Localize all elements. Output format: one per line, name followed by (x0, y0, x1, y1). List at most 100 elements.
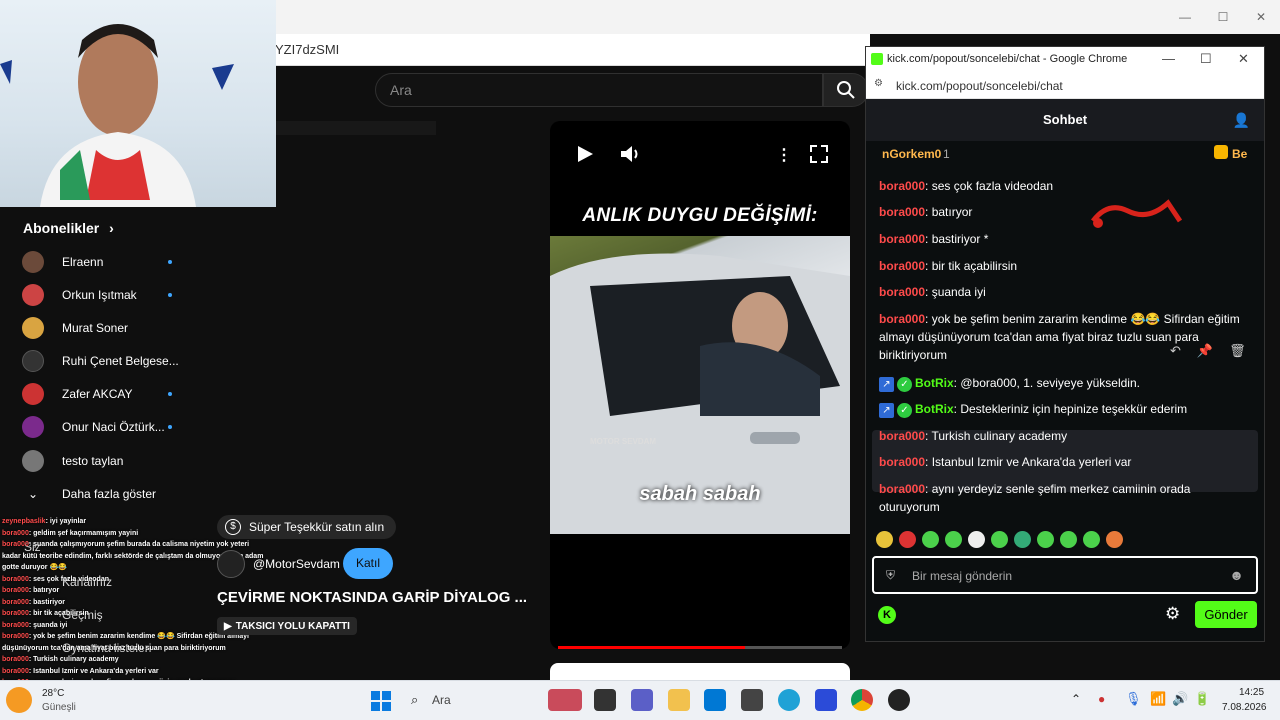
wifi-icon[interactable]: 📶 (1150, 691, 1166, 707)
channel-info[interactable]: @MotorSevdam (217, 548, 340, 580)
subscriptions-title[interactable]: Abonelikler › (23, 220, 114, 236)
widgets-icon[interactable] (548, 689, 582, 711)
windows-start-icon[interactable] (371, 691, 391, 711)
pin-icon[interactable]: 📌 (1197, 343, 1213, 359)
tray-app-icon[interactable]: ● (1098, 692, 1105, 706)
related-tag[interactable]: ▶ TAKSICI YOLU KAPATTI (217, 617, 357, 635)
video-title[interactable]: ÇEVİRME NOKTASINDA GARİP DİYALOG ... (217, 589, 527, 606)
emoji-icon[interactable]: ☻ (1229, 567, 1244, 583)
super-thanks-button[interactable]: $ Süper Teşekkür satın alın (217, 515, 397, 539)
avatar (22, 449, 44, 472)
teams-icon[interactable] (631, 689, 653, 711)
app-icon[interactable] (741, 689, 763, 711)
send-button[interactable]: Gönder (1195, 601, 1257, 628)
emote-icon[interactable] (899, 531, 916, 548)
weather-sun-icon[interactable] (6, 687, 32, 713)
overlay-log-text: : batıryor (28, 587, 60, 594)
chat-username[interactable]: bora000 (879, 455, 925, 469)
close-button[interactable]: ✕ (1238, 51, 1249, 67)
clock-time[interactable]: 14:25 (1239, 687, 1264, 698)
taskbar-search-icon[interactable]: ⌕ (411, 692, 418, 708)
weather-temp[interactable]: 28°C (42, 688, 64, 699)
fullscreen-icon[interactable] (810, 145, 828, 163)
chat-username[interactable]: BotRix (915, 376, 954, 390)
sidebar-item-channel[interactable]: Ruhi Çenet Belgese... (22, 344, 202, 377)
chrome-icon[interactable] (851, 689, 873, 711)
play-icon[interactable] (576, 145, 594, 163)
taskbar-search-label[interactable]: Ara (432, 693, 451, 707)
sidebar-item-channel[interactable]: Murat Soner (22, 311, 202, 344)
chat-username[interactable]: bora000 (879, 312, 925, 326)
search-button[interactable] (823, 73, 869, 107)
emote-icon[interactable] (1106, 531, 1123, 548)
popup-address-bar[interactable]: ⚙ kick.com/popout/soncelebi/chat (866, 72, 1264, 99)
chat-message[interactable]: bora000: bir tik açabilirsin (879, 257, 1249, 275)
emote-icon[interactable] (945, 531, 962, 548)
chevron-up-icon[interactable]: ⌃ (1071, 692, 1081, 706)
sidebar-item-channel[interactable]: Zafer AKCAY (22, 377, 202, 410)
clock-date[interactable]: 7.08.2026 (1222, 702, 1267, 713)
show-more-button[interactable]: ⌄ Daha fazla göster (22, 477, 202, 510)
emote-icon[interactable] (1037, 531, 1054, 548)
pinned-user[interactable]: nGorkem0 (882, 147, 941, 161)
chat-message[interactable]: bora000: şuanda iyi (879, 283, 1249, 301)
minimize-button[interactable]: — (1166, 0, 1204, 34)
sidebar-item-channel[interactable]: testo taylan (22, 444, 202, 477)
chat-username[interactable]: bora000 (879, 482, 925, 496)
chat-username[interactable]: bora000 (879, 259, 925, 273)
sidebar-item-channel[interactable]: Onur Naci Öztürk... (22, 410, 202, 443)
maximize-button[interactable]: ☐ (1200, 51, 1212, 67)
chat-message[interactable]: bora000: ses çok fazla videodan (879, 177, 1249, 195)
user-list-icon[interactable]: 👤 (1233, 99, 1250, 141)
emote-icon[interactable] (991, 531, 1008, 548)
chat-message[interactable]: bora000: bastiriyor * (879, 230, 1249, 248)
kick-points-icon[interactable]: K (878, 606, 896, 624)
weather-desc[interactable]: Güneşli (42, 702, 76, 713)
chat-username[interactable]: bora000 (879, 232, 925, 246)
emote-icon[interactable] (1014, 531, 1031, 548)
volume-tray-icon[interactable]: 🔊 (1172, 691, 1188, 707)
emote-icon[interactable] (1083, 531, 1100, 548)
reply-icon[interactable]: ↶ (1170, 343, 1181, 359)
url-text: YZI7dzSMI (275, 42, 340, 57)
maximize-button[interactable]: ☐ (1204, 0, 1242, 34)
chat-message-input[interactable]: ⛨ Bir mesaj gönderin ☻ (872, 556, 1258, 594)
emote-icon[interactable] (1060, 531, 1077, 548)
store-icon[interactable] (704, 689, 726, 711)
microphone-icon[interactable]: 🎙 (1125, 691, 1142, 707)
sidebar-item-channel[interactable]: Elraenn (22, 245, 202, 278)
join-button[interactable]: Katıl (343, 548, 393, 579)
chat-message[interactable]: bora000: batıryor (879, 203, 1249, 221)
chat-message[interactable]: bora000: aynı yerdeyiz senle şefim merke… (879, 480, 1249, 516)
edge-icon[interactable] (778, 689, 800, 711)
minimize-button[interactable]: — (1162, 51, 1175, 66)
more-options-icon[interactable]: ⋮ (776, 145, 792, 165)
close-button[interactable]: ✕ (1242, 0, 1280, 34)
overlay-log-user: bora000 (2, 633, 29, 640)
emote-icon[interactable] (876, 531, 893, 548)
chat-username[interactable]: bora000 (879, 179, 925, 193)
volume-icon[interactable] (620, 144, 642, 164)
emote-icon[interactable] (922, 531, 939, 548)
app-icon[interactable] (815, 689, 837, 711)
chat-message[interactable]: ↗ ✓ BotRix: @bora000, 1. seviyeye yükseldi… (879, 374, 1249, 392)
chat-message[interactable]: ↗ ✓ BotRix: Destekleriniz için hepinize te… (879, 400, 1249, 418)
chat-username[interactable]: bora000 (879, 429, 925, 443)
video-progress-bar[interactable] (558, 646, 842, 649)
sidebar-item-channel[interactable]: Orkun Işıtmak (22, 278, 202, 311)
battery-icon[interactable]: 🔋 (1194, 691, 1210, 707)
shorts-video-player[interactable]: ⋮ ANLIK DUYGU DEĞİŞİMİ: MOTOR SEVDAM sab… (550, 121, 850, 649)
chat-username[interactable]: bora000 (879, 285, 925, 299)
obs-icon[interactable] (888, 689, 910, 711)
delete-icon[interactable]: 🗑 (1229, 343, 1246, 359)
chat-username[interactable]: BotRix (915, 402, 954, 416)
emote-icon[interactable] (968, 531, 985, 548)
file-explorer-icon[interactable] (668, 689, 690, 711)
chat-username[interactable]: bora000 (879, 205, 925, 219)
site-info-icon[interactable]: ⚙ (874, 78, 883, 89)
chat-message[interactable]: bora000: Turkish culinary academy (879, 427, 1249, 445)
search-input[interactable]: Ara (375, 73, 823, 107)
chat-message[interactable]: bora000: Istanbul Izmir ve Ankara'da yer… (879, 453, 1249, 471)
settings-gear-icon[interactable]: ⚙ (1165, 604, 1180, 624)
task-view-icon[interactable] (594, 689, 616, 711)
